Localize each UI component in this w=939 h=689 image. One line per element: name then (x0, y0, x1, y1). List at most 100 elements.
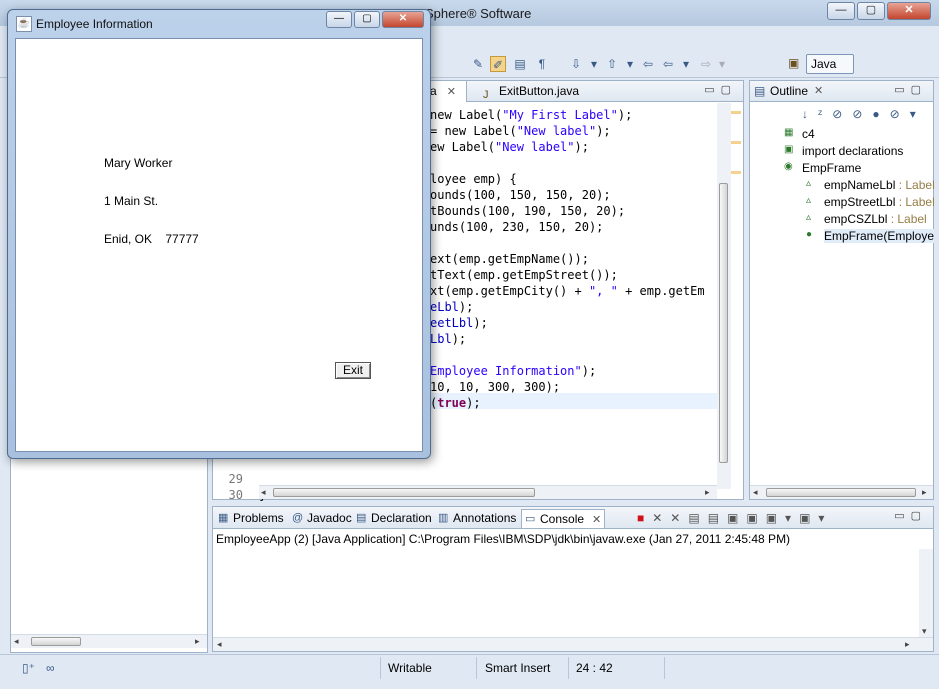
scroll-thumb[interactable] (719, 183, 728, 463)
code-line: (true); (430, 395, 481, 411)
outline-item[interactable]: ● EmpFrame(Employe (806, 229, 935, 243)
outline-item-icon: ▵ (806, 195, 812, 206)
scroll-right-icon[interactable]: ▸ (705, 486, 710, 499)
editor-pane-controls[interactable]: ▭▢ (704, 83, 737, 96)
tab-label: Annotations (453, 511, 517, 525)
overview-marker[interactable] (731, 111, 741, 114)
ide-close-button[interactable]: ✕ (887, 2, 931, 20)
dialog-close-button[interactable]: ✕ (382, 11, 424, 28)
console-hscroll[interactable]: ◂ ▸ (213, 637, 933, 651)
scroll-left-icon[interactable]: ◂ (14, 635, 19, 648)
code-token: ); (473, 316, 488, 330)
status-divider (476, 657, 477, 679)
code-token: loyee emp) { (430, 172, 517, 186)
outline-title: Outline (770, 84, 809, 98)
outline-item[interactable]: ▵ empStreetLbl : Label (806, 195, 935, 209)
scroll-thumb[interactable] (31, 637, 81, 646)
dialog-minimize-button[interactable]: — (326, 11, 352, 28)
chevron-down-icon[interactable]: ▾ (678, 56, 694, 72)
code-token: ", " (588, 284, 618, 298)
close-icon[interactable]: ✕ (592, 514, 601, 526)
employee-name-label: Mary Worker (104, 156, 173, 170)
overview-marker[interactable] (731, 141, 741, 144)
outline-tab[interactable]: ▤ Outline ✕ ▭▢ (750, 81, 933, 102)
console-toolbar[interactable]: ■✕✕▤▤▣▣▣▾▣▾ (637, 511, 832, 525)
outline-item[interactable]: ▵ empCSZLbl : Label (806, 212, 927, 226)
toolbar-pilcrow-icon[interactable]: ¶ (534, 56, 550, 72)
status-writable: Writable (388, 661, 432, 675)
scroll-left-icon[interactable]: ◂ (217, 638, 222, 651)
toolbar-wand-icon[interactable]: ✎ (470, 56, 486, 72)
code-line: ext(emp.getEmpName()); (430, 251, 589, 267)
bottom-tabs: ▦ Problems @ Javadoc ▤ Declaration ▥ Annotat… (213, 507, 933, 529)
outline-item-type: : Label (895, 195, 935, 209)
code-token: new Label( (430, 108, 503, 122)
chevron-down-icon[interactable]: ▾ (586, 56, 602, 72)
toolbar-mark-icon[interactable]: ✐ (490, 56, 506, 72)
overview-marker[interactable] (731, 171, 741, 174)
outline-item-icon: ● (806, 229, 813, 240)
outline-toolbar[interactable]: ↓ᶻ⊘⊘●⊘▾ (802, 107, 926, 121)
tab-problems[interactable]: ▦ Problems (215, 509, 287, 528)
people-icon[interactable]: ∞ (46, 661, 55, 675)
scroll-thumb[interactable] (766, 488, 916, 497)
code-token: ); (596, 124, 611, 138)
tab-console[interactable]: ▭ Console ✕ (521, 509, 605, 528)
close-icon[interactable]: ✕ (814, 84, 823, 97)
outline-item-label: empStreetLbl (824, 195, 896, 209)
scroll-left-icon[interactable]: ◂ (261, 486, 266, 499)
console-pane-controls[interactable]: ▭▢ (894, 509, 927, 522)
tab-javadoc[interactable]: @ Javadoc (289, 509, 352, 528)
java-perspective-button[interactable]: Java (806, 54, 854, 74)
console-vscroll[interactable]: ▾ (919, 549, 933, 637)
code-token: "My First Label" (502, 108, 618, 122)
toolbar-next-annotation-icon[interactable]: ⇩ (568, 56, 584, 72)
scroll-left-icon[interactable]: ◂ (753, 486, 758, 499)
outline-pane-controls[interactable]: ▭▢ (894, 83, 927, 96)
outline-item[interactable]: ▣ import declarations (784, 144, 903, 158)
outline-item[interactable]: ◉ EmpFrame (784, 161, 862, 175)
outline-hscroll[interactable]: ◂ ▸ (750, 485, 933, 499)
code-token: ); (458, 300, 474, 314)
toolbar-last-edit-icon[interactable]: ⇦ (640, 56, 656, 72)
tab-annotations[interactable]: ▥ Annotations (435, 509, 519, 528)
editor-vscroll[interactable] (717, 103, 731, 489)
outline-item-label: EmpFrame (802, 161, 862, 175)
code-token: ); (617, 108, 633, 122)
terminate-icon[interactable]: ■ (637, 511, 652, 525)
dialog-maximize-button[interactable]: ▢ (354, 11, 380, 28)
chevron-down-icon[interactable]: ▾ (714, 56, 730, 72)
code-line: eetLbl); (430, 315, 488, 331)
scroll-right-icon[interactable]: ▸ (905, 638, 910, 651)
open-perspective-icon[interactable]: ▣ (788, 56, 799, 70)
code-line: ew Label("New label"); (430, 139, 589, 155)
chevron-down-icon[interactable]: ▾ (622, 56, 638, 72)
toolbar-block-icon[interactable]: ▤ (512, 56, 528, 72)
fast-view-icon[interactable]: ▯⁺ (22, 661, 35, 675)
tab-label: ExitButton.java (499, 84, 580, 98)
ide-maximize-button[interactable]: ▢ (857, 2, 885, 20)
tab-declaration[interactable]: ▤ Declaration (353, 509, 433, 528)
code-line: eLbl); (430, 299, 473, 315)
editor-hscroll[interactable]: ◂ ▸ (259, 485, 717, 499)
toolbar-back-icon[interactable]: ⇦ (660, 56, 676, 72)
toolbar-forward-icon[interactable]: ⇨ (698, 56, 714, 72)
scroll-right-icon[interactable]: ▸ (195, 635, 200, 648)
status-cursor-position: 24 : 42 (576, 661, 613, 675)
scroll-right-icon[interactable]: ▸ (922, 486, 927, 499)
code-token: eetLbl (430, 316, 474, 330)
outline-item-icon: ▵ (806, 178, 812, 189)
ide-title: Sphere® Software (425, 6, 532, 21)
exit-button[interactable]: Exit (335, 362, 371, 379)
ide-minimize-button[interactable]: — (827, 2, 855, 20)
tab-exitbutton-java[interactable]: J ExitButton.java (475, 81, 595, 102)
status-divider (664, 657, 665, 679)
scroll-thumb[interactable] (273, 488, 535, 497)
code-line: 10, 10, 300, 300); (430, 379, 560, 395)
outline-item[interactable]: ▵ empNameLbl : Label (806, 178, 935, 192)
package-explorer-hscroll[interactable]: ◂ ▸ (11, 634, 207, 648)
toolbar-prev-annotation-icon[interactable]: ⇧ (604, 56, 620, 72)
close-icon[interactable]: ✕ (447, 86, 456, 98)
statusbar: ▯⁺ ∞ Writable Smart Insert 24 : 42 (0, 654, 939, 680)
outline-item[interactable]: ▦ c4 (784, 127, 815, 141)
